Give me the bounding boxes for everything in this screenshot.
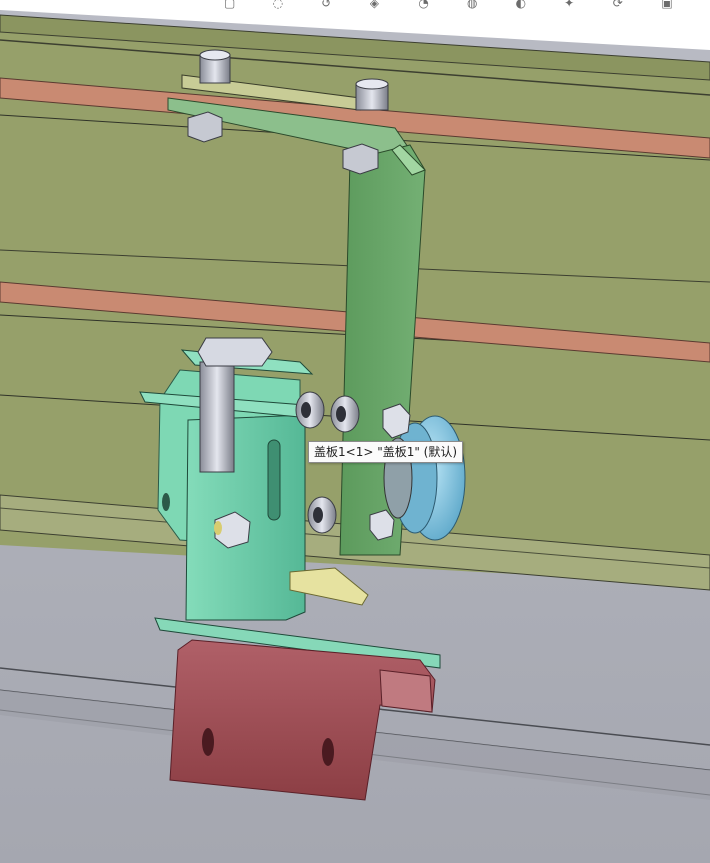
- zoom-area-icon[interactable]: ◌: [273, 0, 284, 10]
- apply-scene-icon[interactable]: ⟳: [613, 0, 624, 10]
- graphics-area[interactable]: ▢ ◌ ↺ ◈ ◔ ◍ ◐ ✦ ⟳ ▣ 盖板1<1> "盖板1" (默认): [0, 0, 710, 863]
- channel-hole: [322, 738, 334, 766]
- top-bolt[interactable]: [355, 78, 389, 111]
- heads-up-view-toolbar[interactable]: ▢ ◌ ↺ ◈ ◔ ◍ ◐ ✦ ⟳ ▣: [212, 0, 672, 10]
- edit-appearance-icon[interactable]: ✦: [564, 0, 575, 10]
- mount-hole: [162, 493, 170, 511]
- section-view-icon[interactable]: ◈: [370, 0, 381, 10]
- cad-model-view[interactable]: [0, 0, 710, 863]
- hide-show-items-icon[interactable]: ◐: [516, 0, 527, 10]
- hex-nut[interactable]: [187, 111, 223, 143]
- view-settings-icon[interactable]: ▣: [661, 0, 672, 10]
- hex-nut[interactable]: [342, 143, 379, 175]
- view-orientation-icon[interactable]: ◔: [418, 0, 429, 10]
- channel-flange: [379, 669, 433, 713]
- component-tooltip: 盖板1<1> "盖板1" (默认): [308, 441, 464, 463]
- socket-screw[interactable]: [307, 496, 337, 534]
- top-bolt[interactable]: [199, 49, 231, 84]
- previous-view-icon[interactable]: ↺: [321, 0, 332, 10]
- zoom-to-fit-icon[interactable]: ▢: [224, 0, 235, 10]
- long-bolt-shank[interactable]: [199, 361, 235, 473]
- socket-screw[interactable]: [295, 391, 325, 429]
- nut-washer: [214, 521, 222, 535]
- socket-screw[interactable]: [330, 395, 360, 433]
- display-style-icon[interactable]: ◍: [467, 0, 478, 10]
- adjust-slot: [267, 439, 281, 521]
- long-bolt-head[interactable]: [197, 337, 273, 367]
- channel-hole: [202, 728, 214, 756]
